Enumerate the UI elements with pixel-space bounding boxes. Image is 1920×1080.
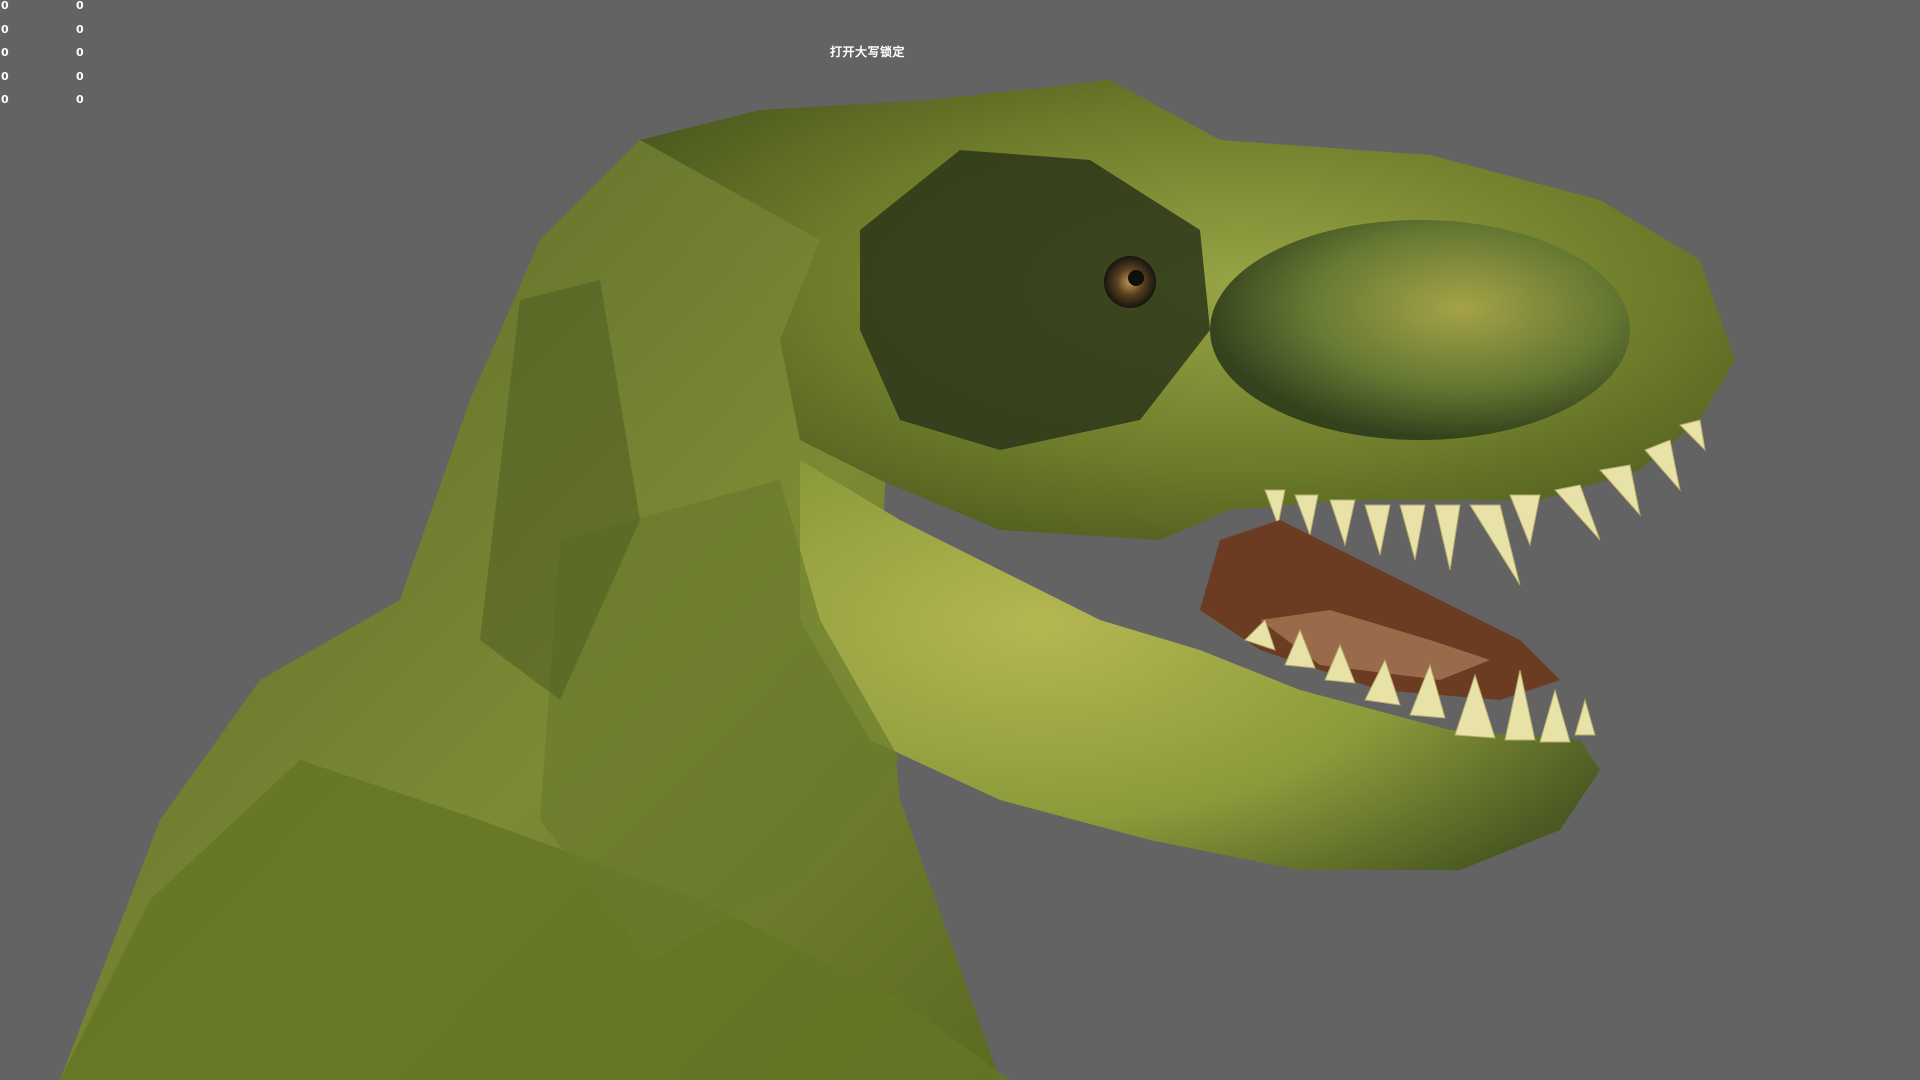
stat-value: 0 — [76, 22, 84, 36]
stat-value: 0 — [76, 46, 84, 59]
stat-value: 0 — [76, 93, 84, 106]
trex-model[interactable] — [0, 0, 1920, 1080]
stat-value: 0 — [1, 69, 9, 83]
stat-row: 0 0 — [0, 93, 90, 118]
stat-value: 0 — [1, 0, 9, 12]
stat-value: 0 — [1, 22, 9, 36]
stat-value: 0 — [76, 69, 84, 83]
stat-value: 0 — [1, 46, 9, 59]
caps-lock-indicator: 打开大写锁定 — [830, 45, 906, 59]
3d-viewport[interactable]: 0 0 0 0 0 0 0 0 0 0 打开大写锁定 — [0, 0, 1920, 1080]
stat-value: 0 — [1, 93, 9, 106]
stat-value: 0 — [76, 0, 84, 12]
trex-snout-highlight — [1210, 220, 1630, 440]
debug-stats-overlay: 0 0 0 0 0 0 0 0 0 0 — [0, 0, 90, 118]
